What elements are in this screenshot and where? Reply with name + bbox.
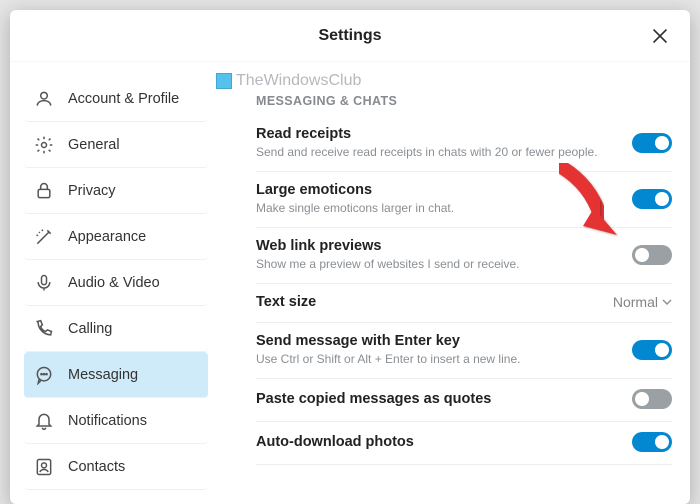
sidebar-item-account[interactable]: Account & Profile	[24, 76, 208, 122]
user-icon	[34, 89, 54, 109]
row-read-receipts: Read receipts Send and receive read rece…	[256, 116, 672, 172]
watermark-logo-icon	[216, 73, 232, 89]
gear-icon	[34, 135, 54, 155]
sidebar-item-contacts[interactable]: Contacts	[24, 444, 208, 490]
settings-body: Account & Profile General Privacy Appear…	[10, 62, 690, 504]
row-label-block: Send message with Enter key Use Ctrl or …	[256, 333, 632, 366]
wand-icon	[34, 227, 54, 247]
row-label-block: Large emoticons Make single emoticons la…	[256, 182, 632, 215]
row-title: Text size	[256, 294, 613, 310]
settings-header: Settings	[10, 10, 690, 62]
toggle-paste-quotes[interactable]	[632, 389, 672, 409]
sidebar-item-privacy[interactable]: Privacy	[24, 168, 208, 214]
sidebar-item-label: Messaging	[68, 367, 138, 383]
sidebar-item-label: General	[68, 137, 120, 153]
row-subtitle: Show me a preview of websites I send or …	[256, 257, 632, 271]
sidebar: Account & Profile General Privacy Appear…	[10, 62, 216, 504]
chat-icon	[34, 365, 54, 385]
sidebar-item-label: Appearance	[68, 229, 146, 245]
chevron-down-icon	[662, 297, 672, 307]
row-label-block: Auto-download photos	[256, 434, 632, 450]
row-large-emoticons: Large emoticons Make single emoticons la…	[256, 172, 672, 228]
microphone-icon	[34, 273, 54, 293]
sidebar-item-notifications[interactable]: Notifications	[24, 398, 208, 444]
sidebar-item-audio-video[interactable]: Audio & Video	[24, 260, 208, 306]
row-auto-download: Auto-download photos	[256, 422, 672, 465]
row-title: Web link previews	[256, 238, 632, 254]
row-subtitle: Send and receive read receipts in chats …	[256, 145, 632, 159]
settings-title: Settings	[318, 27, 381, 45]
row-web-link-previews: Web link previews Show me a preview of w…	[256, 228, 672, 284]
sidebar-item-label: Account & Profile	[68, 91, 179, 107]
row-label-block: Web link previews Show me a preview of w…	[256, 238, 632, 271]
sidebar-item-label: Notifications	[68, 413, 147, 429]
toggle-large-emoticons[interactable]	[632, 189, 672, 209]
row-label-block: Paste copied messages as quotes	[256, 391, 632, 407]
watermark-text: TheWindowsClub	[236, 72, 361, 90]
sidebar-item-general[interactable]: General	[24, 122, 208, 168]
row-title: Read receipts	[256, 126, 632, 142]
watermark: TheWindowsClub	[216, 72, 361, 90]
sidebar-item-label: Audio & Video	[68, 275, 160, 291]
contacts-icon	[34, 457, 54, 477]
row-title: Paste copied messages as quotes	[256, 391, 632, 407]
section-title: MESSAGING & CHATS	[256, 94, 672, 108]
lock-icon	[34, 181, 54, 201]
settings-window: Settings Account & Profile General	[10, 10, 690, 504]
text-size-value: Normal	[613, 294, 658, 310]
close-button[interactable]	[646, 22, 674, 50]
row-subtitle: Make single emoticons larger in chat.	[256, 201, 632, 215]
toggle-auto-download[interactable]	[632, 432, 672, 452]
sidebar-item-label: Privacy	[68, 183, 116, 199]
sidebar-item-messaging[interactable]: Messaging	[24, 352, 208, 398]
row-label-block: Read receipts Send and receive read rece…	[256, 126, 632, 159]
row-title: Auto-download photos	[256, 434, 632, 450]
sidebar-item-label: Contacts	[68, 459, 125, 475]
text-size-select[interactable]: Normal	[613, 294, 672, 310]
close-icon	[652, 28, 668, 44]
row-title: Large emoticons	[256, 182, 632, 198]
toggle-web-link-previews[interactable]	[632, 245, 672, 265]
row-title: Send message with Enter key	[256, 333, 632, 349]
toggle-read-receipts[interactable]	[632, 133, 672, 153]
row-label-block: Text size	[256, 294, 613, 310]
bell-icon	[34, 411, 54, 431]
phone-icon	[34, 319, 54, 339]
sidebar-item-calling[interactable]: Calling	[24, 306, 208, 352]
row-paste-quotes: Paste copied messages as quotes	[256, 379, 672, 422]
toggle-send-with-enter[interactable]	[632, 340, 672, 360]
row-subtitle: Use Ctrl or Shift or Alt + Enter to inse…	[256, 352, 632, 366]
content-panel: TheWindowsClub MESSAGING & CHATS Read re…	[216, 62, 690, 504]
row-text-size: Text size Normal	[256, 284, 672, 323]
sidebar-item-label: Calling	[68, 321, 112, 337]
sidebar-item-appearance[interactable]: Appearance	[24, 214, 208, 260]
row-send-with-enter: Send message with Enter key Use Ctrl or …	[256, 323, 672, 379]
